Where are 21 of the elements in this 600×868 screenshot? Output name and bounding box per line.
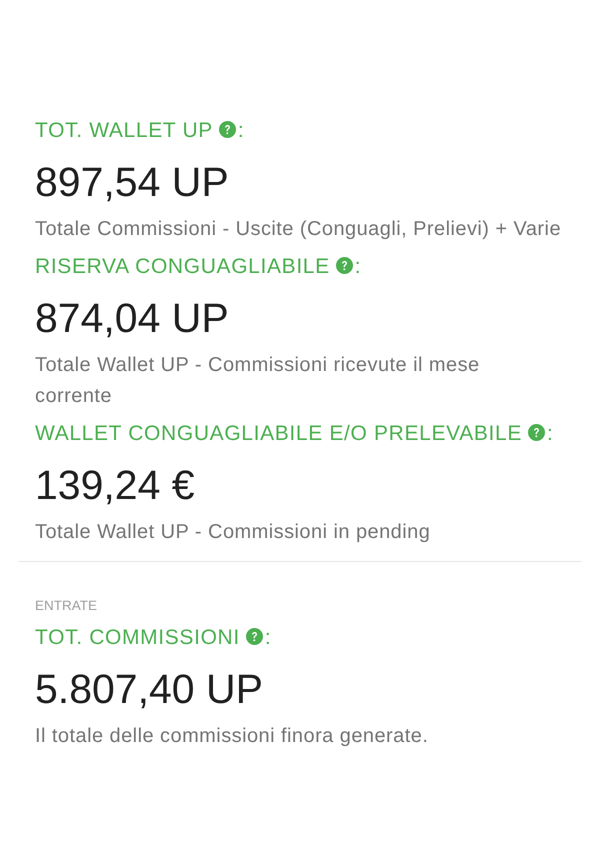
stat-description: Totale Wallet UP - Commissioni in pending [35, 520, 430, 545]
stat-value: 5.807,40 UP [35, 665, 263, 714]
help-icon[interactable] [528, 424, 545, 440]
stat-label: TOT. COMMISSIONI [35, 625, 240, 651]
stat-value: 874,04 UP [35, 294, 229, 343]
stat-label: RISERVA CONGUAGLIABILE [35, 254, 330, 280]
stat-description: Totale Wallet UP - Commissioni ricevute il mese corrente [35, 353, 481, 409]
section-header: ENTRATE [35, 597, 98, 615]
colon-text: : [238, 118, 244, 144]
stat-value: 897,54 UP [35, 158, 229, 207]
colon-text: : [264, 625, 271, 651]
stat-description: Totale Commissioni - Uscite (Conguagli, Prelievi) + Varie [35, 217, 562, 242]
stat-value: 139,24 € [35, 461, 195, 510]
stat-description: Il totale delle commissioni finora generate. [35, 724, 428, 749]
colon-text: : [354, 254, 361, 280]
stat-label: WALLET CONGUAGLIABILE E/O PRELEVABILE [35, 421, 522, 447]
help-icon[interactable] [218, 120, 236, 138]
help-icon[interactable] [336, 256, 353, 274]
help-icon[interactable] [246, 628, 263, 644]
stat-label: TOT. WALLET UP [35, 118, 213, 144]
colon-text: : [547, 421, 553, 447]
